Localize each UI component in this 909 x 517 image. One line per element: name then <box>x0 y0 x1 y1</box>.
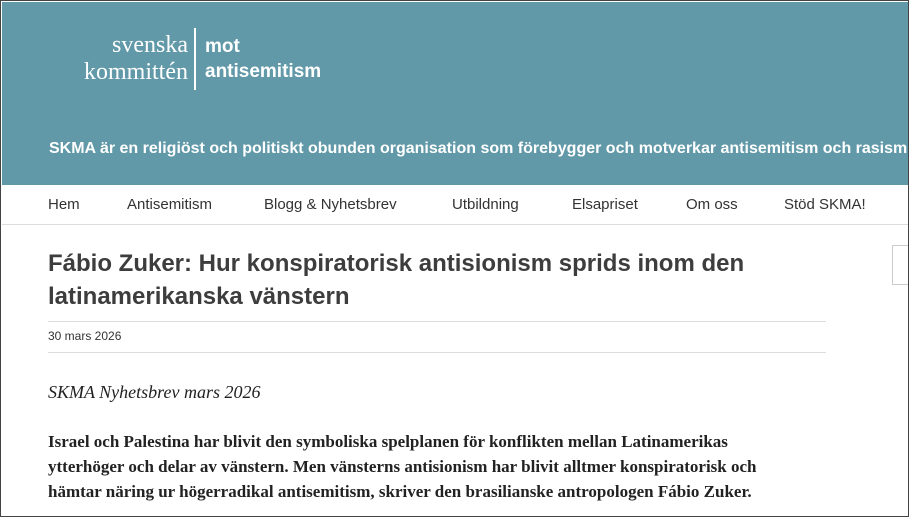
logo-divider <box>194 28 196 90</box>
nav-item-elsapriset[interactable]: Elsapriset <box>572 196 638 213</box>
nav-item-om-oss[interactable]: Om oss <box>686 196 738 213</box>
logo-line-antisemitism: antisemitism <box>205 61 322 82</box>
article-subhead: SKMA Nyhetsbrev mars 2026 <box>48 382 261 402</box>
logo-line-svenska: svenska <box>112 32 188 58</box>
side-tab[interactable] <box>892 245 908 285</box>
nav-item-blogg[interactable]: Blogg & Nyhetsbrev <box>264 196 397 213</box>
site-tagline: SKMA är en religiöst och politiskt obund… <box>49 140 908 157</box>
site-header: svenska kommittén mot antisemitism SKMA … <box>2 2 908 185</box>
article-lead: Israel och Palestina har blivit den symb… <box>48 429 838 504</box>
lead-line: hämtar näring ur högerradikal antisemiti… <box>48 482 752 501</box>
nav-item-stod[interactable]: Stöd SKMA! <box>784 196 866 213</box>
page-frame: svenska kommittén mot antisemitism SKMA … <box>0 0 909 517</box>
article-date: 30 mars 2026 <box>48 329 122 343</box>
nav-item-antisemitism[interactable]: Antisemitism <box>127 196 212 213</box>
article-title-line2: latinamerikanska vänstern <box>48 283 350 310</box>
logo-line-kommitten: kommittén <box>84 59 188 85</box>
nav-item-utbildning[interactable]: Utbildning <box>452 196 519 213</box>
article-title-line1: Fábio Zuker: Hur konspiratorisk antision… <box>48 250 745 277</box>
lead-line: ytterhöger och delar av vänstern. Men vä… <box>48 457 757 476</box>
logo-text-right[interactable]: mot antisemitism <box>205 34 321 84</box>
logo-text-left[interactable]: svenska kommittén <box>84 32 188 86</box>
logo-line-mot: mot <box>205 36 240 57</box>
divider-top <box>48 321 826 322</box>
article-title: Fábio Zuker: Hur konspiratorisk antision… <box>48 247 808 313</box>
nav-item-hem[interactable]: Hem <box>48 196 80 213</box>
main-nav: Hem Antisemitism Blogg & Nyhetsbrev Utbi… <box>2 185 908 225</box>
divider-bottom <box>48 352 826 353</box>
lead-line: Israel och Palestina har blivit den symb… <box>48 432 728 451</box>
